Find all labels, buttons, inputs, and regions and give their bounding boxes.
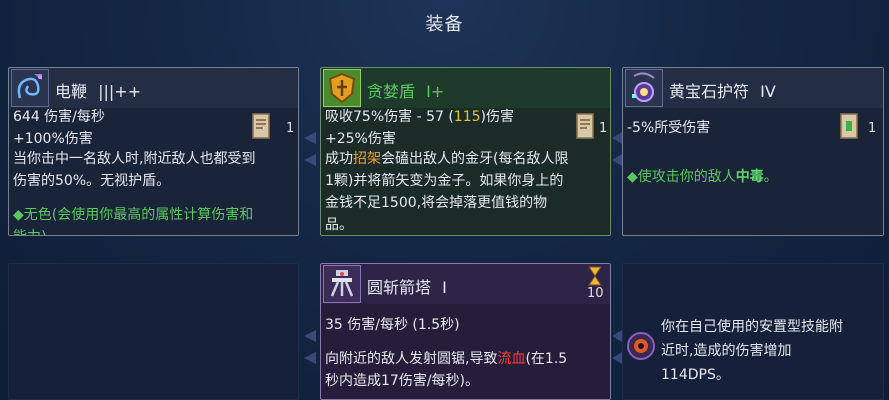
poison-keyword: 中毒 xyxy=(735,169,764,185)
item-desc-line1: 当你击中一名敌人时,附近敌人也都受到 xyxy=(13,151,256,167)
item-dps: 644 伤害/每秒 xyxy=(13,109,105,125)
item-card-shield[interactable]: 贪婪盾 I+ 吸收75%伤害 - 57 (115)伤害 +25%伤害 1 成功招… xyxy=(320,67,611,236)
desc-text: 向附近的敌人发射圆锯,导致 xyxy=(325,351,498,367)
item-desc-line4: 品。 xyxy=(325,217,353,233)
item-desc-line1: 成功招架会磕出敌人的金牙(每名敌人限 xyxy=(325,148,568,170)
mutation-card[interactable]: 你在自己使用的安置型技能附 近时,造成的伤害增加 114DPS。 xyxy=(622,263,884,400)
item-desc-line2: 伤害的50%。无视护盾。 xyxy=(13,173,171,189)
effect-text: ◆使攻击你的敌人 xyxy=(627,169,736,185)
item-name: 贪婪盾 xyxy=(367,82,416,101)
turret-icon xyxy=(323,265,361,303)
scroll-icon xyxy=(573,112,597,140)
mutation-line3: 114DPS。 xyxy=(661,367,730,383)
item-count: 1 xyxy=(868,121,877,136)
mutation-line1: 你在自己使用的安置型技能附 xyxy=(661,319,843,335)
item-header: 圆斩箭塔 I 10 xyxy=(321,264,610,304)
page-title: 装备 xyxy=(425,14,464,35)
amulet-icon xyxy=(625,69,663,107)
item-stat: 吸收75%伤害 - 57 (115)伤害 xyxy=(325,106,514,128)
bleed-keyword: 流血 xyxy=(497,351,526,367)
stat-text-b: )伤害 xyxy=(480,109,514,125)
item-tier: I xyxy=(442,278,447,297)
item-card-whip[interactable]: 电鞭 |||++ 644 伤害/每秒 +100%伤害 1 当你击中一名敌人时,附… xyxy=(8,67,299,236)
arrow-left-icon xyxy=(300,326,320,374)
shield-icon xyxy=(323,69,361,107)
desc-text: 会磕出敌人的金牙(每名敌人限 xyxy=(381,151,569,167)
item-header: 贪婪盾 I+ xyxy=(321,68,610,108)
item-effect: ◆使攻击你的敌人中毒。 xyxy=(627,166,778,188)
item-tier: |||++ xyxy=(98,82,142,101)
item-bonus: +100%伤害 xyxy=(13,131,93,147)
parry-keyword: 招架 xyxy=(353,151,381,167)
item-count: 1 xyxy=(599,121,608,136)
arrow-left-icon xyxy=(300,128,320,176)
item-name: 圆斩箭塔 xyxy=(367,278,432,297)
item-name: 黄宝石护符 xyxy=(669,82,750,101)
desc-text: 成功 xyxy=(325,151,353,167)
effect-text: 。 xyxy=(763,169,778,185)
item-desc-line2: 1颗)并将箭矢变为金子。如果你身上的 xyxy=(325,173,564,189)
item-desc-line2: 秒内造成17伤害/每秒)。 xyxy=(325,373,479,389)
item-card-turret[interactable]: 圆斩箭塔 I 10 35 伤害/每秒 (1.5秒) 向附近的敌人发射圆锯,导致流… xyxy=(320,263,611,400)
whip-icon xyxy=(11,69,49,107)
item-count: 1 xyxy=(286,121,295,136)
desc-text: (在1.5 xyxy=(525,351,568,367)
arrow-left-icon xyxy=(611,128,623,176)
stat-number: 115 xyxy=(453,109,481,125)
item-tier: I+ xyxy=(426,82,445,101)
empty-slot[interactable] xyxy=(8,263,299,400)
cooldown-value: 10 xyxy=(587,286,604,301)
item-trait: ◆无色(会使用你最高的属性计算伤害和 xyxy=(13,207,254,223)
item-desc-line3: 金钱不足1500,将会掉落更值钱的物 xyxy=(325,195,548,211)
scroll-icon xyxy=(837,112,861,140)
item-desc-line1: 向附近的敌人发射圆锯,导致流血(在1.5 xyxy=(325,348,567,370)
mutation-line2: 近时,造成的伤害增加 xyxy=(661,343,792,359)
item-name: 电鞭 xyxy=(55,82,88,101)
item-card-amulet[interactable]: 黄宝石护符 IV -5%所受伤害 1 ◆使攻击你的敌人中毒。 xyxy=(622,67,884,236)
item-dps: 35 伤害/每秒 (1.5秒) xyxy=(325,317,460,333)
item-header: 电鞭 |||++ xyxy=(9,68,298,108)
scroll-icon xyxy=(249,112,273,140)
item-bonus: +25%伤害 xyxy=(325,131,396,147)
stat-text-a: 吸收75%伤害 - 57 ( xyxy=(325,109,454,125)
item-header: 黄宝石护符 IV xyxy=(623,68,883,108)
item-tier: IV xyxy=(760,82,776,101)
item-stat: -5%所受伤害 xyxy=(627,120,711,136)
mutation-eye-icon xyxy=(625,330,657,366)
item-trait-cut: 能力) xyxy=(13,226,46,235)
